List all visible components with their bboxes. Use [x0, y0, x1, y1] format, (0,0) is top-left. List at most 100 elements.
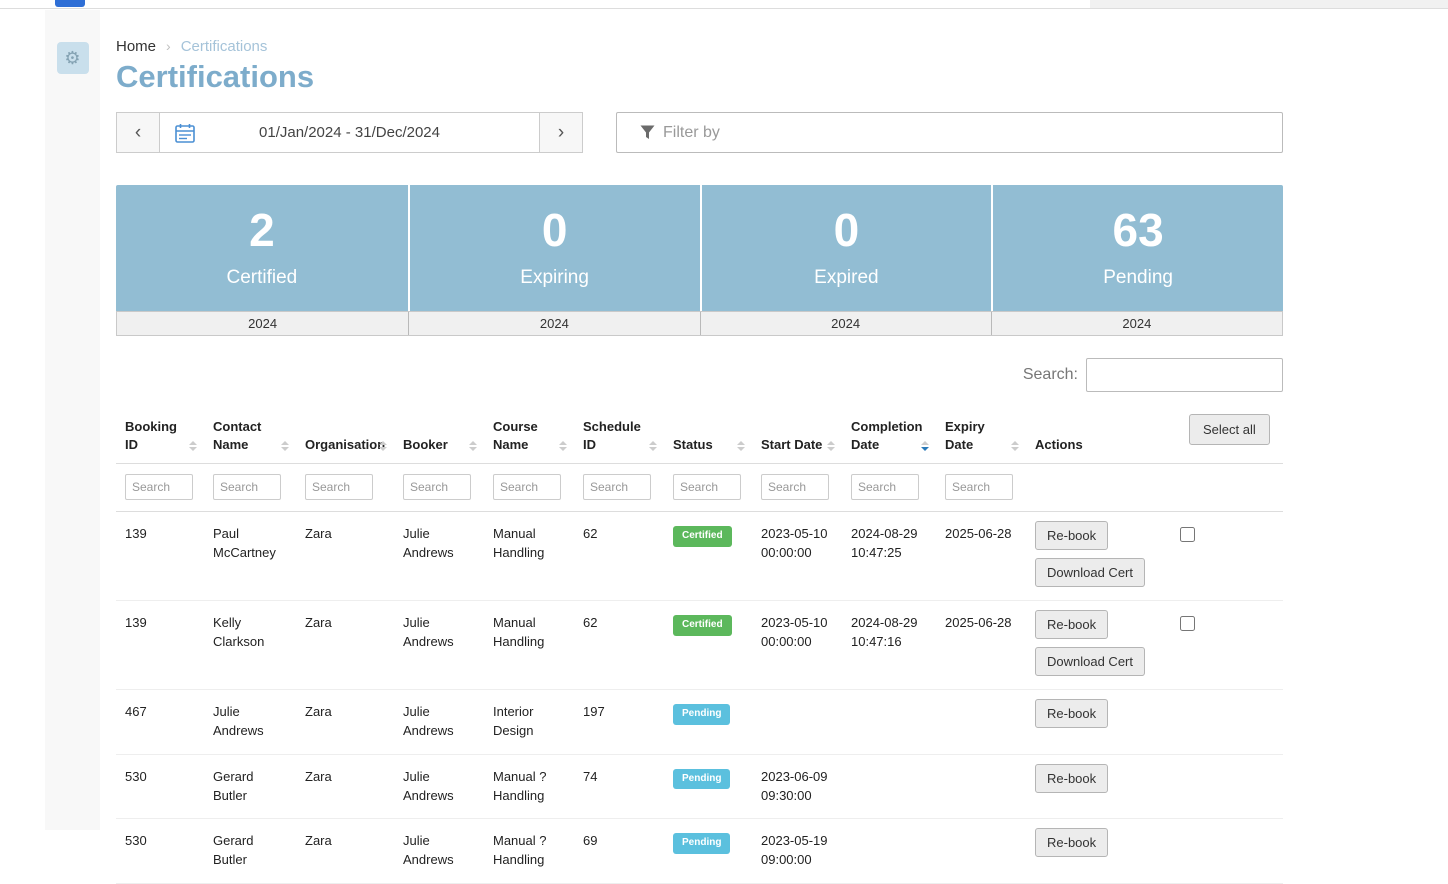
- cell-status: Certified: [664, 601, 752, 689]
- year-label: 2024: [991, 312, 1282, 335]
- cell-course-name: Manual Handling: [484, 601, 574, 689]
- table-row: 530 Gerard Butler Zara Julie Andrews Man…: [116, 819, 1283, 884]
- stat-label: Pending: [993, 267, 1283, 289]
- rebook-button[interactable]: Re-book: [1035, 764, 1108, 793]
- cell-organisation: Zara: [296, 690, 394, 754]
- cell-start-date: 2023-05-10 00:00:00: [752, 512, 842, 600]
- col-label: Schedule ID: [583, 418, 646, 453]
- cell-booking-id: 530: [116, 819, 204, 883]
- col-header-organisation[interactable]: Organisation: [296, 402, 394, 463]
- cell-organisation: Zara: [296, 512, 394, 600]
- status-badge: Certified: [673, 615, 732, 636]
- cell-schedule-id: 197: [574, 690, 664, 754]
- rebook-button[interactable]: Re-book: [1035, 521, 1108, 550]
- filter-contact-name-input[interactable]: [213, 474, 281, 500]
- col-header-booking-id[interactable]: Booking ID: [116, 402, 204, 463]
- col-label: Organisation: [305, 436, 385, 454]
- cell-actions: Re-book: [1026, 690, 1171, 754]
- cell-completion-date: [842, 690, 936, 754]
- col-header-course-name[interactable]: Course Name: [484, 402, 574, 463]
- stat-label: Expired: [702, 267, 992, 289]
- cell-select: [1171, 819, 1283, 883]
- cell-booker: Julie Andrews: [394, 755, 484, 819]
- page-title: Certifications: [116, 59, 1283, 95]
- col-label: Expiry Date: [945, 418, 1008, 453]
- cell-expiry-date: [936, 819, 1026, 883]
- cell-status: Pending: [664, 690, 752, 754]
- col-header-actions: Actions: [1026, 402, 1171, 463]
- stat-label: Certified: [116, 267, 408, 289]
- table-row: 139 Paul McCartney Zara Julie Andrews Ma…: [116, 512, 1283, 601]
- filter-status-input[interactable]: [673, 474, 741, 500]
- breadcrumb: Home›Certifications: [116, 38, 1283, 55]
- col-header-schedule-id[interactable]: Schedule ID: [574, 402, 664, 463]
- controls-row: ‹ 01/Jan/2024 - 31/Dec/2024 ›: [116, 112, 1283, 153]
- rebook-button[interactable]: Re-book: [1035, 610, 1108, 639]
- row-checkbox[interactable]: [1180, 527, 1195, 542]
- cell-expiry-date: 2025-06-28: [936, 601, 1026, 689]
- breadcrumb-home[interactable]: Home: [116, 38, 156, 55]
- table-row: 467 Julie Andrews Zara Julie Andrews Int…: [116, 690, 1283, 755]
- year-label: 2024: [700, 312, 991, 335]
- sort-desc-icon: [921, 441, 929, 451]
- rebook-button[interactable]: Re-book: [1035, 699, 1108, 728]
- download-cert-button[interactable]: Download Cert: [1035, 647, 1145, 676]
- cell-start-date: 2023-06-09 09:30:00: [752, 755, 842, 819]
- stat-expired: 0 Expired: [700, 185, 992, 311]
- filter-course-name-input[interactable]: [493, 474, 561, 500]
- cell-actions: Re-book Download Cert: [1026, 512, 1171, 600]
- cell-expiry-date: [936, 755, 1026, 819]
- calendar-icon: [174, 122, 196, 149]
- col-label: Completion Date: [851, 418, 923, 453]
- filter-schedule-id-input[interactable]: [583, 474, 651, 500]
- col-header-completion-date[interactable]: Completion Date: [842, 402, 936, 463]
- filter-booking-id-input[interactable]: [125, 474, 193, 500]
- select-all-button[interactable]: Select all: [1189, 414, 1270, 445]
- settings-button[interactable]: ⚙: [57, 42, 89, 74]
- table-search-row: Search:: [116, 358, 1283, 392]
- main-content: Home›Certifications Certifications ‹ 01/…: [116, 10, 1283, 884]
- sort-icon: [189, 441, 197, 451]
- gear-icon: ⚙: [64, 48, 80, 68]
- cell-booker: Julie Andrews: [394, 512, 484, 600]
- date-range-field[interactable]: 01/Jan/2024 - 31/Dec/2024: [159, 112, 540, 153]
- breadcrumb-current: Certifications: [181, 38, 268, 55]
- year-label: 2024: [117, 312, 408, 335]
- col-header-contact-name[interactable]: Contact Name: [204, 402, 296, 463]
- next-period-button[interactable]: ›: [539, 112, 583, 153]
- topbar-tab[interactable]: [55, 0, 85, 7]
- filter-booker-input[interactable]: [403, 474, 471, 500]
- search-input[interactable]: [1086, 358, 1283, 392]
- col-header-start-date[interactable]: Start Date: [752, 402, 842, 463]
- cell-contact-name: Gerard Butler: [204, 819, 296, 883]
- filter-completion-date-input[interactable]: [851, 474, 919, 500]
- col-header-booker[interactable]: Booker: [394, 402, 484, 463]
- download-cert-button[interactable]: Download Cert: [1035, 558, 1145, 587]
- table-header: Booking ID Contact Name Organisation Boo…: [116, 402, 1283, 464]
- stat-value: 0: [410, 199, 700, 261]
- cell-actions: Re-book: [1026, 819, 1171, 883]
- cell-status: Pending: [664, 819, 752, 883]
- left-sidebar: ⚙: [45, 10, 100, 830]
- cell-completion-date: [842, 819, 936, 883]
- stat-expiring: 0 Expiring: [408, 185, 700, 311]
- filter-input[interactable]: [616, 112, 1283, 153]
- cell-schedule-id: 62: [574, 601, 664, 689]
- rebook-button[interactable]: Re-book: [1035, 828, 1108, 857]
- col-label: Course Name: [493, 418, 556, 453]
- row-checkbox[interactable]: [1180, 616, 1195, 631]
- cell-booking-id: 139: [116, 601, 204, 689]
- status-badge: Pending: [673, 833, 730, 854]
- col-header-status[interactable]: Status: [664, 402, 752, 463]
- cell-booker: Julie Andrews: [394, 819, 484, 883]
- filter-organisation-input[interactable]: [305, 474, 373, 500]
- stat-value: 0: [702, 199, 992, 261]
- filter-box: [616, 112, 1283, 153]
- prev-period-button[interactable]: ‹: [116, 112, 160, 153]
- cell-contact-name: Julie Andrews: [204, 690, 296, 754]
- cell-contact-name: Paul McCartney: [204, 512, 296, 600]
- filter-expiry-date-input[interactable]: [945, 474, 1013, 500]
- col-label: Status: [673, 436, 713, 454]
- filter-start-date-input[interactable]: [761, 474, 829, 500]
- col-header-expiry-date[interactable]: Expiry Date: [936, 402, 1026, 463]
